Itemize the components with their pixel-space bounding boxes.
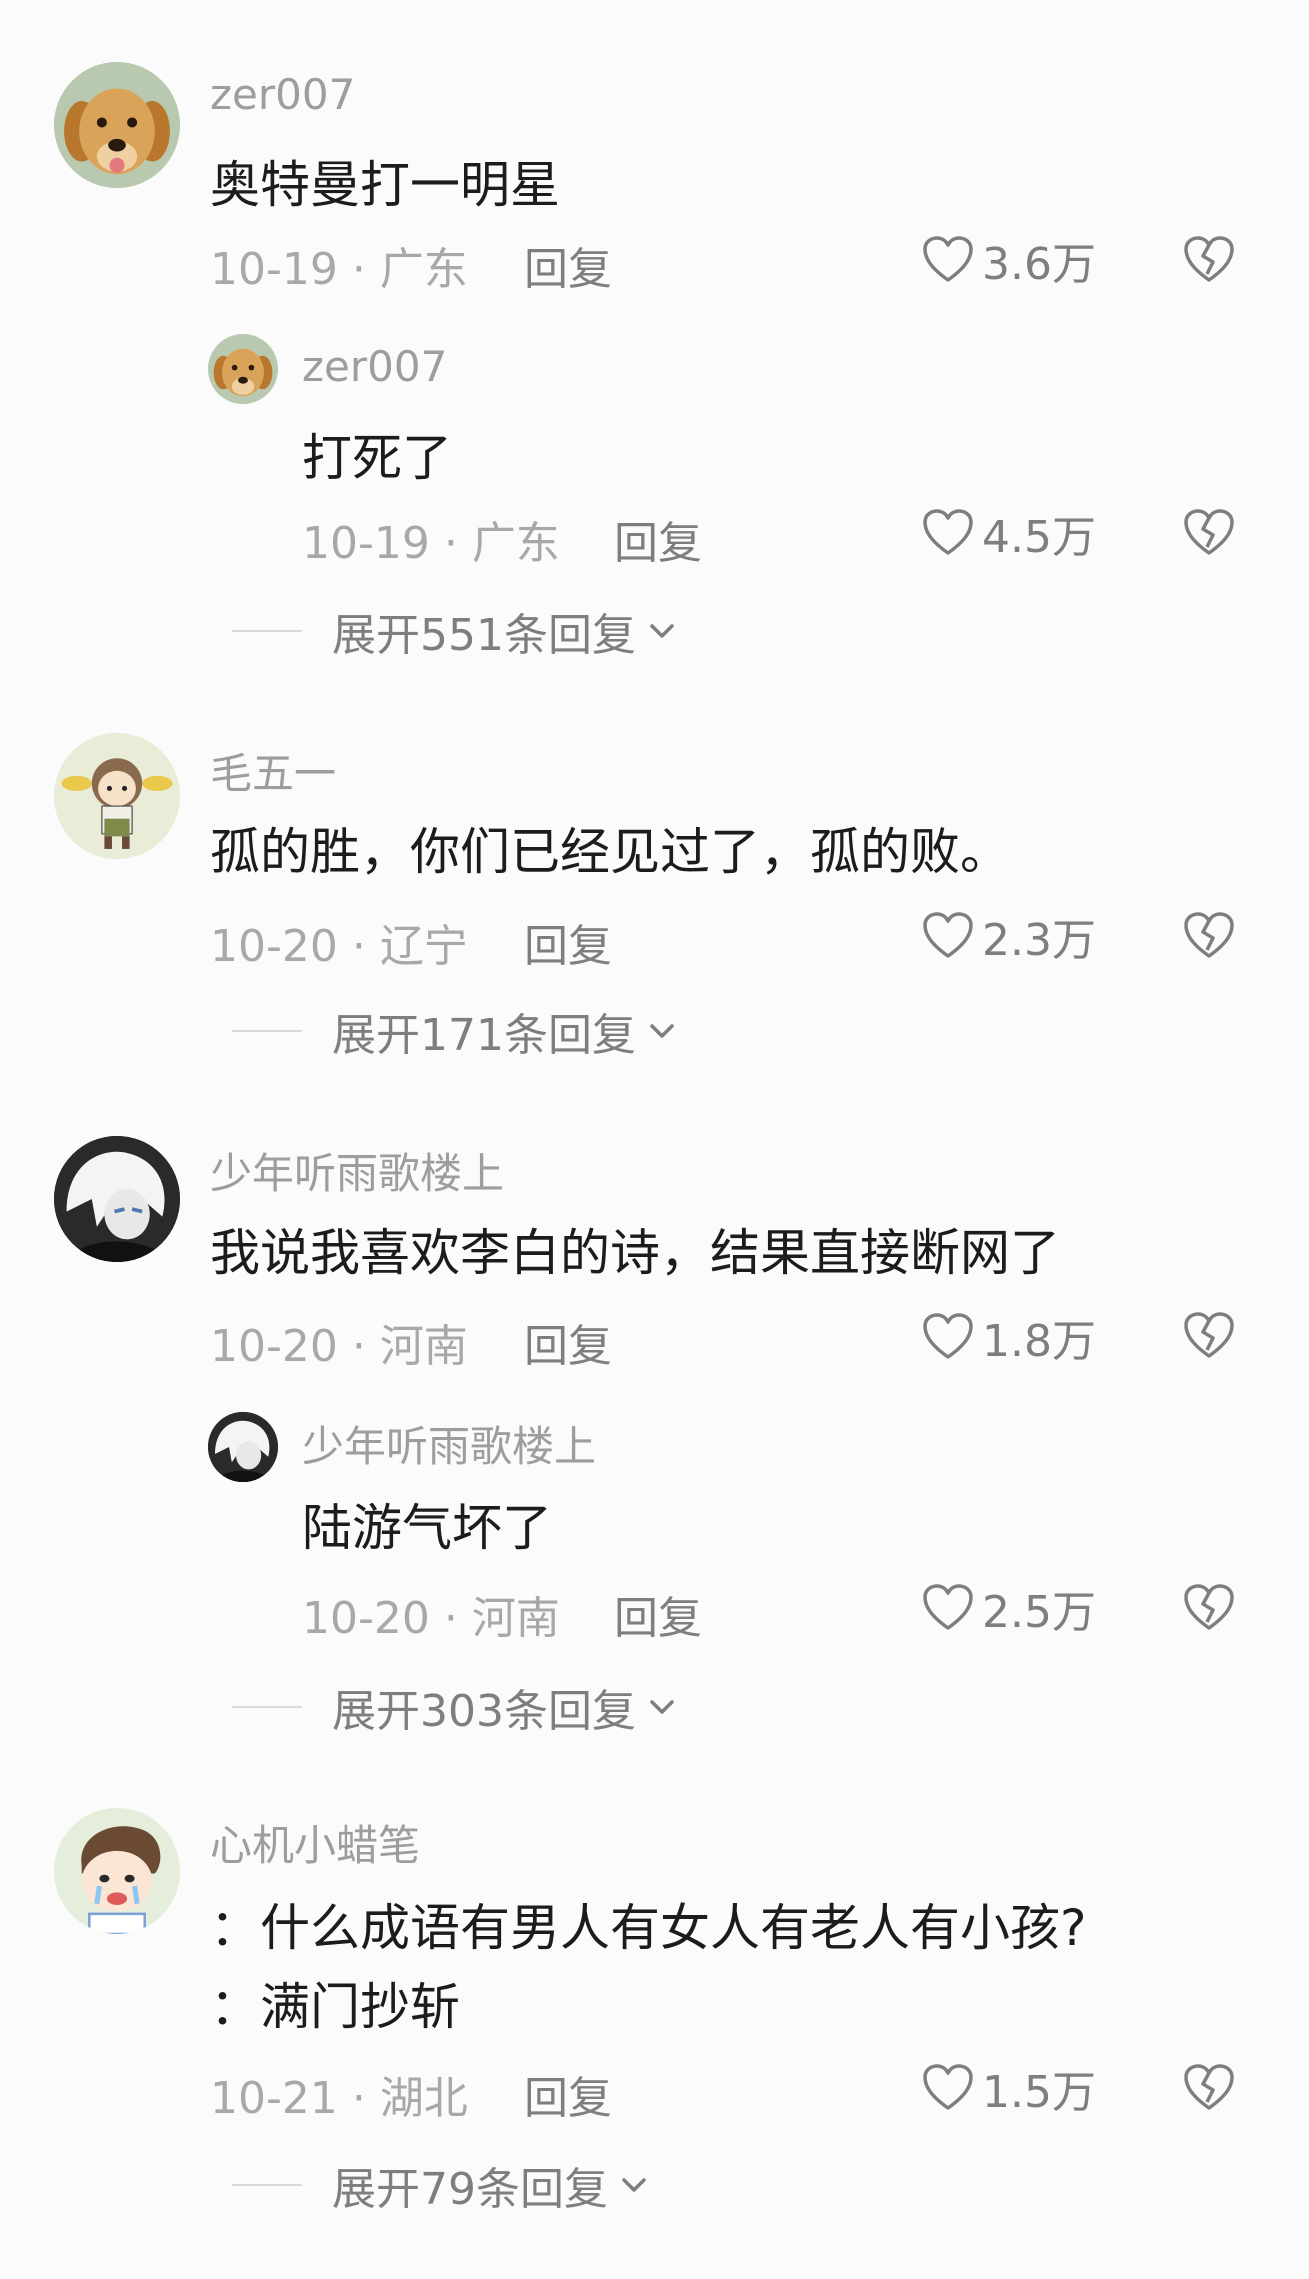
comment-date-location: 10-21 · 湖北	[210, 2073, 468, 2124]
avatar[interactable]	[54, 1808, 180, 1934]
avatar[interactable]	[54, 733, 180, 859]
heart-icon	[923, 1584, 973, 1630]
chevron-down-icon	[650, 1024, 674, 1038]
expand-replies-label: 展开551条回复	[332, 610, 636, 661]
reply-button[interactable]: 回复	[614, 507, 702, 571]
comment-date-location: 10-20 · 河南	[210, 1321, 468, 1372]
like-button[interactable]: 2.5万	[922, 1578, 1096, 1638]
comment-date-location: 10-20 · 河南	[302, 1593, 560, 1644]
avatar[interactable]	[208, 334, 278, 404]
expand-replies-button[interactable]: 展开551条回复	[232, 601, 680, 661]
comment-date-location: 10-19 · 广东	[302, 518, 560, 569]
golden-retriever-avatar-icon	[54, 62, 180, 188]
golden-retriever-avatar-icon	[208, 334, 278, 404]
heart-icon	[923, 509, 973, 555]
broken-heart-icon	[1184, 2064, 1234, 2110]
username[interactable]: 少年听雨歌楼上	[302, 1413, 596, 1474]
anime-boy-avatar-icon	[208, 1412, 278, 1482]
expand-replies-label: 展开303条回复	[332, 1686, 636, 1737]
heart-icon	[923, 912, 973, 958]
heart-icon	[923, 1313, 973, 1359]
expand-replies-button[interactable]: 展开171条回复	[232, 1001, 680, 1061]
reply-button[interactable]: 回复	[524, 1310, 612, 1374]
comment-text: 打死了	[302, 429, 452, 487]
chevron-down-icon	[650, 1700, 674, 1714]
like-count: 1.8万	[982, 1316, 1096, 1367]
comment-text: 我说我喜欢李白的诗，结果直接断网了	[210, 1224, 1060, 1282]
like-count: 1.5万	[982, 2067, 1096, 2118]
expand-replies-label: 展开79条回复	[332, 2164, 608, 2215]
expand-replies-label: 展开171条回复	[332, 1010, 636, 1061]
cartoon-girl-avatar-icon	[54, 733, 180, 859]
comment-date-location: 10-19 · 广东	[210, 244, 468, 295]
username[interactable]: 心机小蜡笔	[210, 1812, 420, 1873]
dislike-button[interactable]	[1183, 507, 1235, 559]
heart-icon	[923, 236, 973, 282]
broken-heart-icon	[1184, 236, 1234, 282]
broken-heart-icon	[1184, 1584, 1234, 1630]
like-button[interactable]: 3.6万	[922, 230, 1096, 290]
dislike-button[interactable]	[1183, 1310, 1235, 1362]
heart-icon	[923, 2064, 973, 2110]
avatar[interactable]	[208, 1412, 278, 1482]
comment-text-line-2: ：满门抄斩	[210, 1978, 460, 2036]
reply-button[interactable]: 回复	[524, 2062, 612, 2126]
username[interactable]: 少年听雨歌楼上	[210, 1140, 504, 1201]
reply-button[interactable]: 回复	[524, 233, 612, 297]
reply-button[interactable]: 回复	[614, 1582, 702, 1646]
like-count: 2.5万	[982, 1587, 1096, 1638]
like-count: 4.5万	[982, 512, 1096, 563]
dislike-button[interactable]	[1183, 2062, 1235, 2114]
broken-heart-icon	[1184, 1312, 1234, 1358]
crying-cartoon-boy-avatar-icon	[54, 1808, 180, 1934]
username[interactable]: zer007	[302, 342, 447, 391]
divider	[232, 1706, 302, 1708]
like-button[interactable]: 1.8万	[922, 1307, 1096, 1367]
comment-text: ：什么成语有男人有女人有老人有小孩?	[210, 1899, 1087, 1957]
avatar[interactable]	[54, 62, 180, 188]
like-count: 3.6万	[982, 239, 1096, 290]
comment-text: 孤的胜，你们已经见过了，孤的败。	[210, 823, 1010, 881]
broken-heart-icon	[1184, 509, 1234, 555]
like-button[interactable]: 1.5万	[922, 2058, 1096, 2118]
like-button[interactable]: 4.5万	[922, 503, 1096, 563]
comment-text: 奥特曼打一明星	[210, 156, 560, 214]
comment-date-location: 10-20 · 辽宁	[210, 921, 468, 972]
like-count: 2.3万	[982, 915, 1096, 966]
username[interactable]: 毛五一	[210, 740, 336, 801]
dislike-button[interactable]	[1183, 910, 1235, 962]
dislike-button[interactable]	[1183, 234, 1235, 286]
comment-text: 陆游气坏了	[302, 1499, 552, 1557]
anime-boy-avatar-icon	[54, 1136, 180, 1262]
dislike-button[interactable]	[1183, 1582, 1235, 1634]
username[interactable]: zer007	[210, 70, 355, 119]
like-button[interactable]: 2.3万	[922, 906, 1096, 966]
reply-button[interactable]: 回复	[524, 910, 612, 974]
divider	[232, 1030, 302, 1032]
divider	[232, 2184, 302, 2186]
broken-heart-icon	[1184, 912, 1234, 958]
chevron-down-icon	[650, 624, 674, 638]
divider	[232, 630, 302, 632]
expand-replies-button[interactable]: 展开303条回复	[232, 1677, 680, 1737]
chevron-down-icon	[622, 2178, 646, 2192]
avatar[interactable]	[54, 1136, 180, 1262]
expand-replies-button[interactable]: 展开79条回复	[232, 2155, 652, 2215]
